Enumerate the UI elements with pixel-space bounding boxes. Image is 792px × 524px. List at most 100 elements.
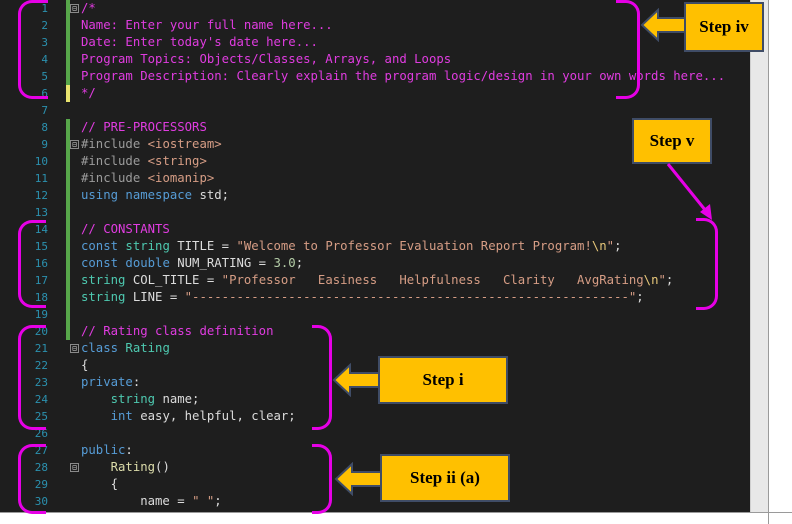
code-token: " — [658, 273, 666, 287]
code-token: ; — [295, 256, 304, 270]
code-line[interactable]: class Rating — [81, 340, 170, 357]
code-token: "Welcome to Professor Evaluation Report … — [236, 239, 592, 253]
code-token: { — [81, 358, 89, 372]
divider — [768, 0, 769, 524]
code-line[interactable]: public: — [81, 442, 133, 459]
code-token: ; — [214, 494, 222, 508]
code-token: <iostream> — [147, 137, 222, 151]
bracket-step-i-right — [312, 325, 332, 430]
code-token: #include — [81, 154, 148, 168]
code-line[interactable]: { — [81, 476, 118, 493]
fold-toggle-icon[interactable]: ⊟ — [70, 4, 79, 13]
code-line[interactable]: #include <iostream> — [81, 136, 222, 153]
callout-step-ii-a: Step ii (a) — [380, 454, 510, 502]
arrow-left-icon — [640, 8, 689, 42]
code-token: <string> — [147, 154, 207, 168]
code-line[interactable]: Rating() — [81, 459, 170, 476]
code-token: string — [81, 392, 163, 406]
code-line[interactable]: // PRE-PROCESSORS — [81, 119, 207, 136]
change-bar-current — [66, 85, 70, 102]
code-line[interactable]: /* — [81, 0, 96, 17]
code-token: " " — [192, 494, 215, 508]
code-line[interactable]: const string TITLE = "Welcome to Profess… — [81, 238, 621, 255]
code-token: #include — [81, 171, 148, 185]
arrow-left-icon — [332, 363, 381, 397]
code-token: " — [606, 239, 615, 253]
line-number: 8 — [41, 121, 48, 134]
code-token: string — [81, 290, 133, 304]
code-line[interactable]: { — [81, 357, 88, 374]
code-token: const — [81, 256, 126, 270]
code-token: using — [81, 188, 126, 202]
arrow-left-icon — [334, 462, 383, 496]
callout-step-ii-a-label: Step ii (a) — [410, 468, 480, 487]
code-line[interactable]: private: — [81, 374, 140, 391]
code-token: int — [81, 409, 141, 423]
code-line[interactable]: // Rating class definition — [81, 323, 274, 340]
code-token: // Rating class definition — [81, 324, 274, 338]
code-token: */ — [81, 86, 96, 100]
change-bar — [66, 204, 70, 340]
callout-step-v-label: Step v — [649, 131, 695, 150]
code-line[interactable]: // CONSTANTS — [81, 221, 170, 238]
code-token: // CONSTANTS — [81, 222, 170, 236]
vertical-scrollbar[interactable] — [750, 0, 768, 512]
bracket-step-iv-right — [616, 0, 640, 99]
code-line[interactable]: Name: Enter your full name here... — [81, 17, 333, 34]
fold-toggle-icon[interactable]: ⊟ — [70, 344, 79, 353]
code-token: Date: Enter today's date here... — [81, 35, 318, 49]
code-token: NUM_RATING = — [177, 256, 274, 270]
code-token: ; — [614, 239, 622, 253]
bracket-step-v-left — [18, 220, 46, 308]
code-line[interactable]: */ — [81, 85, 96, 102]
code-token: // PRE-PROCESSORS — [81, 120, 207, 134]
code-line[interactable]: using namespace std; — [81, 187, 229, 204]
code-line[interactable]: Program Topics: Objects/Classes, Arrays,… — [81, 51, 451, 68]
code-token: public — [81, 443, 126, 457]
code-line[interactable]: int easy, helpful, clear; — [81, 408, 296, 425]
callout-step-i: Step i — [378, 356, 508, 404]
code-token: easy, helpful, clear; — [140, 409, 296, 423]
code-token: Program Topics: Objects/Classes, Arrays,… — [81, 52, 452, 66]
bracket-step-ii-a-right — [312, 444, 332, 514]
code-token: const — [81, 239, 126, 253]
code-token: TITLE = — [177, 239, 237, 253]
code-token: name; — [162, 392, 200, 406]
arrow-pointer-icon — [666, 163, 712, 220]
line-number: 10 — [34, 155, 48, 168]
code-token: \n — [643, 273, 659, 287]
code-token: Name: Enter your full name here... — [81, 18, 333, 32]
code-token: () — [155, 460, 170, 474]
divider — [0, 512, 792, 513]
bracket-step-ii-a-left — [18, 444, 46, 514]
code-token: COL_TITLE = — [132, 273, 222, 287]
code-token: \n — [591, 239, 607, 253]
code-line[interactable]: string name; — [81, 391, 200, 408]
code-token: ; — [636, 290, 644, 304]
callout-step-iv: Step iv — [684, 2, 764, 52]
line-number: 7 — [41, 104, 48, 117]
line-number: 12 — [34, 189, 48, 202]
code-token: #include — [81, 137, 148, 151]
code-line[interactable]: #include <iomanip> — [81, 170, 214, 187]
code-line[interactable]: #include <string> — [81, 153, 207, 170]
code-token: double — [125, 256, 178, 270]
fold-toggle-icon[interactable]: ⊟ — [70, 463, 79, 472]
code-line[interactable]: name = " "; — [81, 493, 222, 510]
code-token: private — [81, 375, 133, 389]
line-number: 9 — [41, 138, 48, 151]
fold-toggle-icon[interactable]: ⊟ — [70, 140, 79, 149]
code-line[interactable]: string COL_TITLE = "Professor Easiness H… — [81, 272, 673, 289]
code-token: { — [81, 477, 119, 491]
code-token: std; — [199, 188, 230, 202]
change-bar — [66, 0, 70, 85]
code-line[interactable]: const double NUM_RATING = 3.0; — [81, 255, 303, 272]
code-line[interactable]: Date: Enter today's date here... — [81, 34, 318, 51]
code-line[interactable]: string LINE = "-------------------------… — [81, 289, 644, 306]
code-token: "Professor Easiness Helpfulness Clarity … — [221, 273, 644, 287]
bracket-step-iv-left — [18, 0, 48, 99]
code-token: LINE = — [132, 290, 185, 304]
code-token: Rating — [125, 341, 170, 355]
code-token: ; — [665, 273, 674, 287]
code-token: class — [81, 341, 126, 355]
